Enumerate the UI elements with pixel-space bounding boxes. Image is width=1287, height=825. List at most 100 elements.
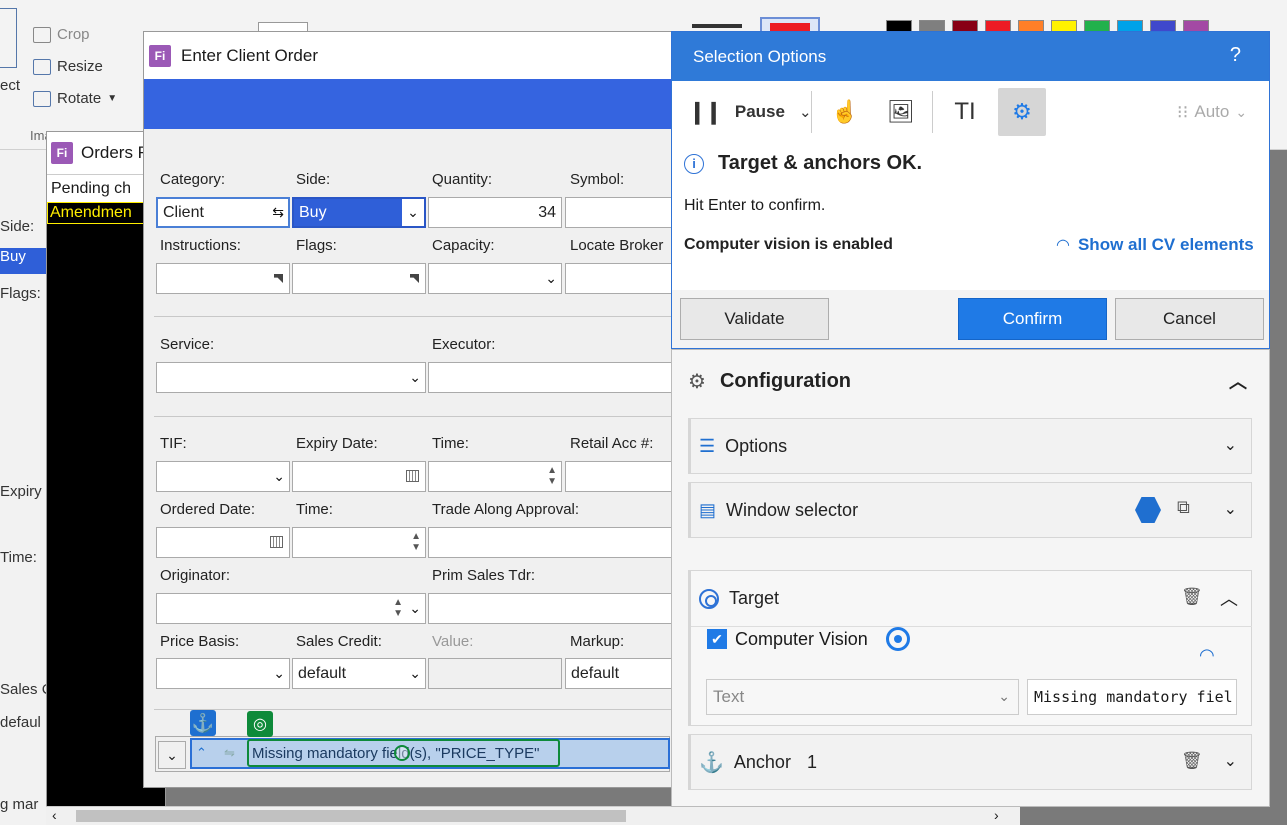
divider xyxy=(154,316,672,317)
chevron-down-icon[interactable]: ⌄ xyxy=(1224,499,1237,519)
sales-credit-select[interactable]: default ⌄ xyxy=(292,658,426,689)
tif-select[interactable]: ⌄ xyxy=(156,461,290,492)
status-row: i Target & anchors OK. xyxy=(684,152,922,175)
bg-time-label: Time: xyxy=(0,549,37,566)
text-type-select[interactable]: Text ⌄ xyxy=(706,679,1019,715)
text-icon: TI xyxy=(954,98,976,125)
options-title: ☰ Options xyxy=(699,419,787,473)
selector-hex-icon[interactable] xyxy=(1135,497,1161,523)
eye-icon[interactable]: ◠ xyxy=(1199,645,1215,666)
service-label: Service: xyxy=(160,336,215,353)
click-mode-button[interactable]: ☝ xyxy=(822,88,868,136)
refresh-icon[interactable]: ⇋ xyxy=(224,745,235,761)
trade-along-label: Trade Along Approval: xyxy=(432,501,580,518)
chevron-down-icon: ⌄ xyxy=(273,665,285,681)
chevron-down-icon: ⌄ xyxy=(409,665,421,681)
crop-button[interactable]: Crop xyxy=(33,26,90,43)
app-logo-icon: Fi xyxy=(51,142,73,164)
scroll-left-icon[interactable]: ‹ xyxy=(52,807,57,823)
flag-icon[interactable] xyxy=(410,274,419,283)
time-label: Time: xyxy=(432,435,469,452)
computer-vision-button[interactable]: ⚙ xyxy=(998,88,1046,136)
time-input[interactable]: ▲ ▼ xyxy=(428,461,562,492)
markup-value: default xyxy=(571,664,620,682)
flag-icon[interactable] xyxy=(274,274,283,283)
flags-input[interactable] xyxy=(292,263,426,294)
originator-select[interactable]: ▲ ▼ ⌄ xyxy=(156,593,426,624)
line-width-icon[interactable] xyxy=(692,24,742,28)
calendar-icon[interactable] xyxy=(270,536,283,548)
markup-input[interactable]: default xyxy=(565,658,674,689)
trade-along-input[interactable] xyxy=(428,527,674,558)
image-mode-button[interactable]: 🖼 xyxy=(878,88,924,136)
lookup-icon[interactable]: ⇆ xyxy=(272,204,284,221)
cancel-button[interactable]: Cancel xyxy=(1115,298,1264,340)
horizontal-scrollbar[interactable]: ‹ › xyxy=(46,806,1020,825)
chevron-down-icon: ⌄ xyxy=(798,104,812,121)
ordered-date-input[interactable] xyxy=(156,527,290,558)
trash-icon[interactable]: 🗑 xyxy=(1181,751,1203,771)
time2-input[interactable]: ▲ ▼ xyxy=(292,527,426,558)
text-value-input[interactable]: Missing mandatory fiel xyxy=(1027,679,1237,715)
locate-broker-label: Locate Broker xyxy=(570,237,664,254)
instructions-input[interactable] xyxy=(156,263,290,294)
chevron-down-icon[interactable]: ⌄ xyxy=(1224,435,1237,455)
category-field[interactable]: Client ⇆ xyxy=(156,197,290,228)
bg-expiry-label: Expiry xyxy=(0,483,42,500)
calendar-icon[interactable] xyxy=(406,470,419,482)
chevron-down-icon: ⌄ xyxy=(545,270,557,286)
quantity-input[interactable]: 34 xyxy=(428,197,562,228)
retail-acc-input[interactable] xyxy=(565,461,674,492)
confirm-button[interactable]: Confirm xyxy=(958,298,1107,340)
prim-sales-input[interactable] xyxy=(428,593,674,624)
service-select[interactable]: ⌄ xyxy=(156,362,426,393)
locate-broker-input[interactable] xyxy=(565,263,674,294)
auto-scan-icon: ⁝⁝ xyxy=(1176,101,1189,122)
computer-vision-checkbox[interactable]: ✔ xyxy=(707,629,727,649)
pause-button[interactable]: ❙❙ Pause ⌄ xyxy=(688,88,812,136)
chevron-up-icon[interactable]: ︿ xyxy=(1229,368,1247,394)
configuration-header[interactable]: ⚙ Configuration ︿ xyxy=(672,350,1269,412)
window-selector-section[interactable]: ▤ Window selector ⧉ ⌄ xyxy=(688,482,1252,538)
trash-icon[interactable]: 🗑 xyxy=(1181,587,1203,607)
auto-button[interactable]: ⁝⁝ Auto ⌄ xyxy=(1164,88,1260,136)
scrollbar-thumb[interactable] xyxy=(76,810,626,822)
capacity-select[interactable]: ⌄ xyxy=(428,263,562,294)
help-button[interactable]: ? xyxy=(1230,44,1241,67)
chevron-up-icon[interactable]: ︿ xyxy=(1220,585,1238,611)
expiry-date-input[interactable] xyxy=(292,461,426,492)
status-dropdown-button[interactable]: ⌄ xyxy=(158,741,186,769)
gear-icon: ⚙ xyxy=(688,370,706,393)
price-basis-select[interactable]: ⌄ xyxy=(156,658,290,689)
executor-input[interactable] xyxy=(428,362,674,393)
value-label: Value: xyxy=(432,633,474,650)
sales-credit-label: Sales Credit: xyxy=(296,633,382,650)
show-cv-elements-link[interactable]: ◠ Show all CV elements xyxy=(1056,235,1254,255)
anchor-section[interactable]: ⚓ Anchor 1 🗑 ⌄ xyxy=(688,734,1252,790)
target-icon xyxy=(699,588,719,609)
cv-target-icon[interactable] xyxy=(885,627,910,651)
computer-vision-row: ✔ Computer Vision xyxy=(707,627,910,651)
retail-acc-label: Retail Acc #: xyxy=(570,435,654,452)
instructions-label: Instructions: xyxy=(160,237,241,254)
time2-label: Time: xyxy=(296,501,333,518)
side-select[interactable]: Buy ⌄ xyxy=(292,197,426,228)
info-icon: i xyxy=(684,153,704,174)
chevron-down-icon[interactable]: ⌄ xyxy=(1224,751,1237,771)
validate-button[interactable]: Validate xyxy=(680,298,829,340)
window-icon: ▤ xyxy=(699,499,717,520)
scroll-right-icon[interactable]: › xyxy=(994,807,999,823)
text-type-value: Text xyxy=(713,687,745,706)
target-header[interactable]: Target 🗑 ︿ xyxy=(691,571,1252,627)
resize-button[interactable]: Resize xyxy=(33,58,103,75)
options-section[interactable]: ☰ Options ⌄ xyxy=(688,418,1252,474)
target-section: Target 🗑 ︿ ✔ Computer Vision ◠ Text ⌄ Mi… xyxy=(688,570,1252,726)
collapse-icon[interactable]: ⌃ xyxy=(196,745,207,761)
spinner-icon[interactable]: ▲ ▼ xyxy=(547,465,557,487)
copy-icon[interactable]: ⧉ xyxy=(1177,497,1190,518)
text-mode-button[interactable]: TI xyxy=(942,88,988,136)
rotate-button[interactable]: Rotate ▼ xyxy=(33,90,117,107)
spinner-icon[interactable]: ▲ ▼ xyxy=(411,531,421,553)
symbol-input[interactable] xyxy=(565,197,674,228)
order-titlebar[interactable]: Fi Enter Client Order xyxy=(144,32,672,79)
